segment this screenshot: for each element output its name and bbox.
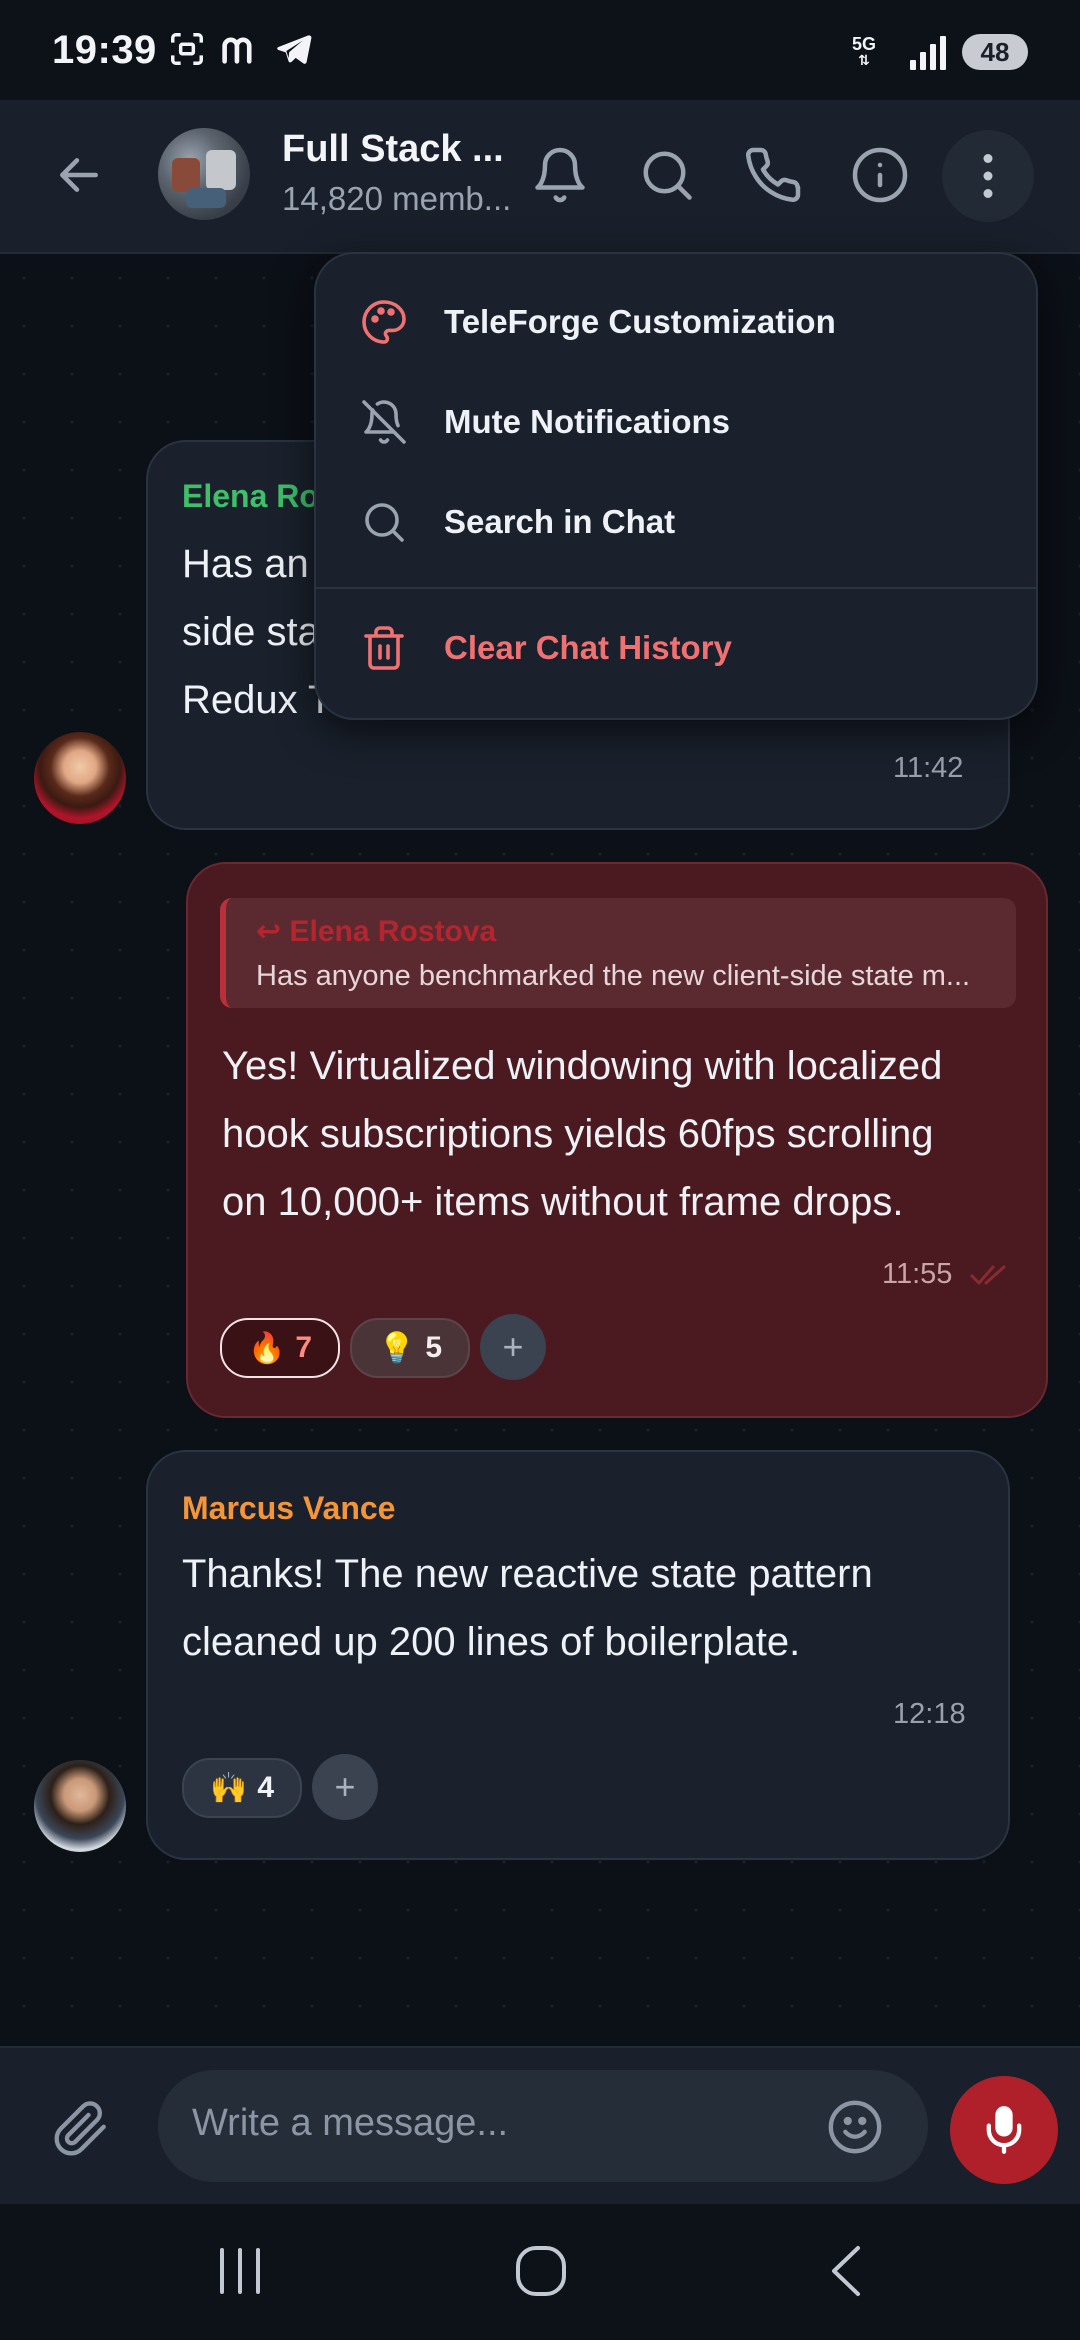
reply-arrow-icon: ↩	[256, 915, 282, 948]
more-vertical-icon	[983, 154, 993, 198]
reaction-emoji: 🙌	[209, 1771, 248, 1805]
info-icon[interactable]	[850, 145, 910, 205]
phone-icon[interactable]	[743, 145, 803, 205]
reaction-emoji: 🔥	[247, 1331, 286, 1365]
message-text-line: Yes! Virtualized windowing with localize…	[222, 1044, 943, 1088]
signal-icon	[910, 36, 946, 70]
add-reaction-button[interactable]: +	[480, 1314, 546, 1380]
message-text-line: side sta	[182, 610, 320, 654]
menu-item-customization[interactable]: TeleForge Customization	[316, 272, 1036, 372]
reaction-lightbulb[interactable]: 💡 5	[350, 1318, 470, 1378]
menu-item-label: Clear Chat History	[444, 629, 732, 666]
bell-icon[interactable]	[530, 145, 590, 205]
network-label: 5G	[851, 34, 876, 54]
message-text-line: cleaned up 200 lines of boilerplate.	[182, 1620, 801, 1664]
message-text-line: on 10,000+ items without frame drops.	[222, 1180, 904, 1224]
more-options-button[interactable]	[942, 130, 1034, 222]
group-avatar[interactable]	[158, 128, 250, 220]
palette-icon	[362, 300, 406, 344]
status-notification-icons	[168, 30, 312, 68]
message-timestamp: 11:55	[882, 1258, 953, 1290]
reaction-count: 7	[295, 1331, 313, 1364]
voice-record-button[interactable]	[950, 2076, 1058, 2184]
message-text-line: Has an	[182, 542, 309, 586]
battery-indicator: 48	[962, 34, 1028, 70]
data-arrows-icon: ⇅	[858, 52, 870, 68]
read-checkmarks-icon	[970, 1265, 1006, 1285]
sender-name[interactable]: Marcus Vance	[182, 1490, 395, 1527]
menu-item-label: TeleForge Customization	[444, 303, 836, 340]
avatar-elena[interactable]	[34, 732, 126, 824]
microphone-icon	[986, 2106, 1022, 2154]
reaction-emoji: 💡	[377, 1331, 416, 1365]
m-app-icon	[222, 37, 252, 64]
message-text-line: Thanks! The new reactive state pattern	[182, 1552, 873, 1596]
status-time: 19:39	[52, 28, 157, 72]
reaction-fire[interactable]: 🔥 7	[220, 1318, 340, 1378]
reaction-count: 4	[257, 1771, 275, 1804]
system-back-icon[interactable]	[826, 2244, 866, 2298]
search-icon[interactable]	[637, 145, 697, 205]
message-text-line: hook subscriptions yields 60fps scrollin…	[222, 1112, 934, 1156]
message-text-line: Redux T	[182, 678, 333, 722]
paperclip-icon[interactable]	[52, 2100, 110, 2158]
trash-icon	[364, 626, 404, 670]
reply-name-text: Elena Rostova	[289, 915, 497, 948]
reply-snippet: Has anyone benchmarked the new client-si…	[256, 960, 971, 992]
message-timestamp: 12:18	[893, 1698, 966, 1730]
menu-item-clear-history[interactable]: Clear Chat History	[316, 598, 1036, 698]
message-input-placeholder: Write a message...	[192, 2102, 509, 2144]
avatar-marcus[interactable]	[34, 1760, 126, 1852]
menu-item-label: Mute Notifications	[444, 403, 730, 440]
menu-divider	[316, 587, 1036, 589]
chat-title[interactable]: Full Stack ...	[282, 128, 512, 171]
reply-sender-name: ↩ Elena Rostova	[256, 914, 496, 949]
menu-item-search[interactable]: Search in Chat	[316, 472, 1036, 572]
message-timestamp: 11:42	[893, 752, 964, 784]
emoji-icon[interactable]	[826, 2098, 884, 2156]
bell-off-icon	[362, 400, 406, 444]
network-type: 5G ⇅	[851, 34, 876, 68]
member-count: 14,820 memb...	[282, 180, 512, 217]
reaction-raised-hands[interactable]: 🙌 4	[182, 1758, 302, 1818]
back-arrow-icon[interactable]	[54, 150, 104, 200]
search-icon	[365, 503, 404, 542]
reaction-count: 5	[425, 1331, 443, 1364]
screenshot-icon	[171, 33, 203, 65]
add-reaction-button[interactable]: +	[312, 1754, 378, 1820]
recent-apps-icon[interactable]	[216, 2246, 264, 2296]
menu-item-mute[interactable]: Mute Notifications	[316, 372, 1036, 472]
chat-options-menu: TeleForge Customization Mute Notificatio…	[314, 252, 1038, 720]
home-icon[interactable]	[514, 2244, 568, 2298]
menu-item-label: Search in Chat	[444, 503, 676, 540]
sender-name[interactable]: Elena Ro	[182, 478, 319, 515]
telegram-icon	[277, 35, 312, 64]
